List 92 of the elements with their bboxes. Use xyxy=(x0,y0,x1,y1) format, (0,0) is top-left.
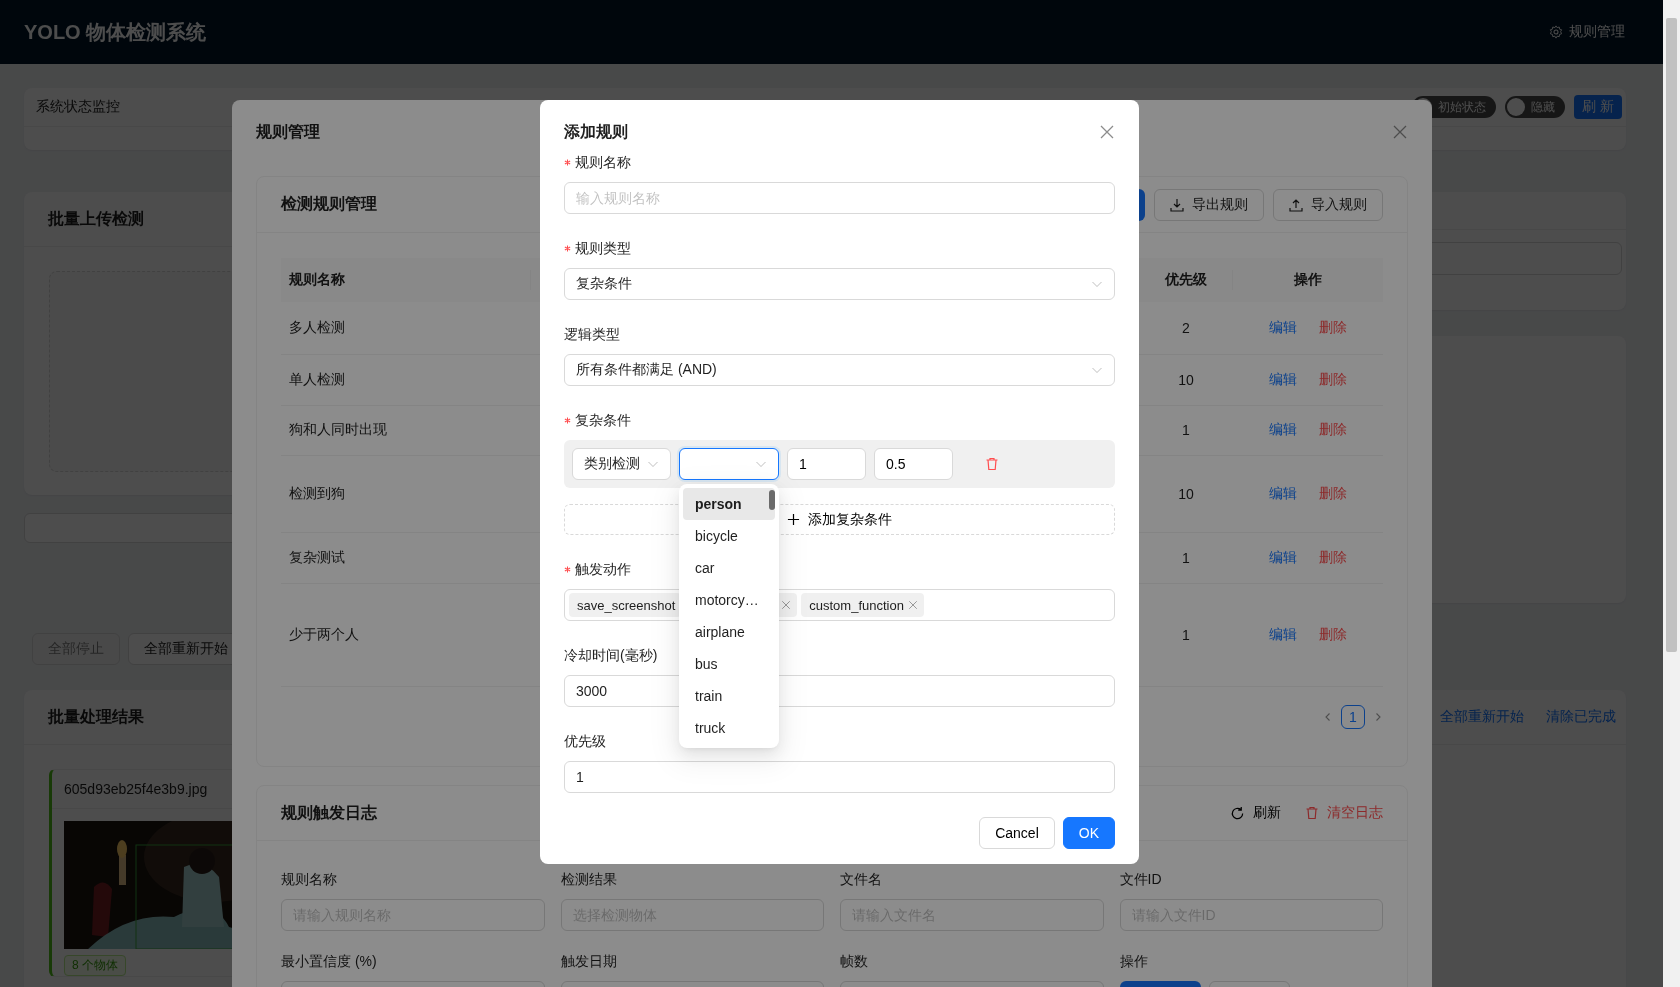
field-label: 复杂条件 xyxy=(575,412,631,430)
edit-link[interactable]: 编辑 xyxy=(1268,548,1297,567)
nav-link[interactable]: 规则管理 xyxy=(1549,23,1625,41)
close-icon[interactable] xyxy=(781,600,792,610)
dialog-button[interactable]: Cancel xyxy=(979,817,1055,849)
table-cell: 狗和人同时出现 xyxy=(281,405,530,455)
select-field[interactable]: 类别检测 xyxy=(572,448,671,480)
required-icon xyxy=(564,158,571,166)
number-field[interactable]: 0.5 xyxy=(874,448,953,480)
file-name: 605d93eb25f4e3b9.jpg xyxy=(64,781,208,797)
filter-label: 操作 xyxy=(1119,952,1149,971)
dialog-title: 规则管理 xyxy=(256,121,320,142)
delete-link[interactable]: 删除 xyxy=(1318,318,1347,337)
card-title: 批量上传检测 xyxy=(48,208,144,229)
table-cell: 少于两个人 xyxy=(281,583,530,686)
action-link[interactable]: 清除已完成 xyxy=(1546,708,1616,726)
edit-link[interactable]: 编辑 xyxy=(1268,625,1297,644)
filter-label: 最小置信度 (%) xyxy=(281,952,378,971)
filter-label: 文件名 xyxy=(840,870,883,889)
refresh-button[interactable]: 刷 新 xyxy=(1574,95,1622,119)
field-label: 触发动作 xyxy=(575,561,631,579)
table-cell: 10 xyxy=(1140,354,1232,405)
dropdown-option[interactable]: airplane xyxy=(683,616,775,648)
edit-link[interactable]: 编辑 xyxy=(1268,370,1297,389)
card-title: 批量处理结果 xyxy=(48,706,144,727)
filter-label: 检测结果 xyxy=(560,870,618,889)
number-field[interactable]: 1 xyxy=(787,448,866,480)
table-cell: 复杂测试 xyxy=(281,532,530,583)
filter-label: 帧数 xyxy=(840,952,869,971)
field-label: 规则名称 xyxy=(575,154,631,172)
dropdown-option[interactable]: truck xyxy=(683,712,775,744)
dropdown-option[interactable]: car xyxy=(683,552,775,584)
select-field[interactable] xyxy=(679,448,779,480)
filter-label: 文件ID xyxy=(1119,870,1163,889)
delete-link[interactable]: 删除 xyxy=(1318,370,1347,389)
header-action[interactable]: 清空日志 xyxy=(1305,804,1383,822)
required-icon xyxy=(564,244,571,252)
trash-icon[interactable] xyxy=(1305,806,1319,820)
header-action[interactable]: 刷新 xyxy=(1230,804,1281,822)
download-icon xyxy=(1170,197,1184,212)
delete-button[interactable] xyxy=(985,457,999,471)
action-tag: save_screenshot xyxy=(569,593,682,617)
table-cell: 1 xyxy=(1140,532,1232,583)
field-label: 冷却时间(毫秒) xyxy=(564,647,658,665)
close-icon[interactable] xyxy=(907,600,918,610)
delete-link[interactable]: 删除 xyxy=(1318,484,1347,503)
field-label: 逻辑类型 xyxy=(564,326,620,344)
edit-link[interactable]: 编辑 xyxy=(1268,484,1297,503)
required-icon xyxy=(564,416,571,424)
table-cell: 单人检测 xyxy=(281,354,530,405)
page-button[interactable]: 1 xyxy=(1341,704,1365,729)
filter-label: 规则名称 xyxy=(281,870,338,889)
action-tag: custom_function xyxy=(801,593,924,617)
table-cell: 2 xyxy=(1140,302,1232,354)
reload-icon xyxy=(1230,805,1245,821)
table-cell: 检测到狗 xyxy=(281,455,530,532)
edit-link[interactable]: 编辑 xyxy=(1268,318,1297,337)
dropdown-option[interactable]: person xyxy=(683,488,775,520)
dialog-button[interactable]: OK xyxy=(1062,817,1115,849)
scrollbar[interactable] xyxy=(1663,0,1680,987)
action-link[interactable]: 全部重新开始 xyxy=(1440,708,1524,726)
select-field[interactable]: 复杂条件 xyxy=(564,268,1115,300)
select-value: 复杂条件 xyxy=(576,275,632,293)
table-cell: 1 xyxy=(1140,405,1232,455)
plus-icon xyxy=(787,513,800,526)
delete-link[interactable]: 删除 xyxy=(1318,548,1347,567)
select-field[interactable]: 所有条件都满足 (AND) xyxy=(564,354,1115,386)
dropdown-option[interactable]: motorcy… xyxy=(683,584,775,616)
required-icon xyxy=(564,565,571,573)
delete-link[interactable]: 删除 xyxy=(1318,625,1347,644)
upload-icon xyxy=(1289,197,1303,212)
card-title: 系统状态监控 xyxy=(36,98,120,116)
table-cell: 多人检测 xyxy=(281,302,530,354)
card-title: 检测规则管理 xyxy=(281,194,377,214)
app-title: YOLO 物体检测系统 xyxy=(24,19,207,45)
field-label: 规则类型 xyxy=(575,240,631,258)
card-title: 规则触发日志 xyxy=(281,802,377,823)
table-cell: 1 xyxy=(1140,583,1232,686)
field-label: 优先级 xyxy=(564,733,606,751)
table-cell: 10 xyxy=(1140,455,1232,532)
object-count-tag: 8 个物体 xyxy=(64,955,126,976)
toolbar-button[interactable]: 导出规则 xyxy=(1154,188,1264,221)
close-icon[interactable] xyxy=(1099,124,1115,140)
text-field[interactable]: 1 xyxy=(564,761,1115,793)
dialog-title: 添加规则 xyxy=(564,121,628,142)
toolbar-button[interactable]: 导入规则 xyxy=(1273,188,1383,221)
scrollbar-thumb[interactable] xyxy=(769,490,775,510)
edit-link[interactable]: 编辑 xyxy=(1268,421,1297,439)
select-value: 所有条件都满足 (AND) xyxy=(576,361,717,379)
delete-link[interactable]: 删除 xyxy=(1318,421,1347,439)
filter-label: 触发日期 xyxy=(560,952,618,971)
settings-icon xyxy=(1549,25,1563,39)
